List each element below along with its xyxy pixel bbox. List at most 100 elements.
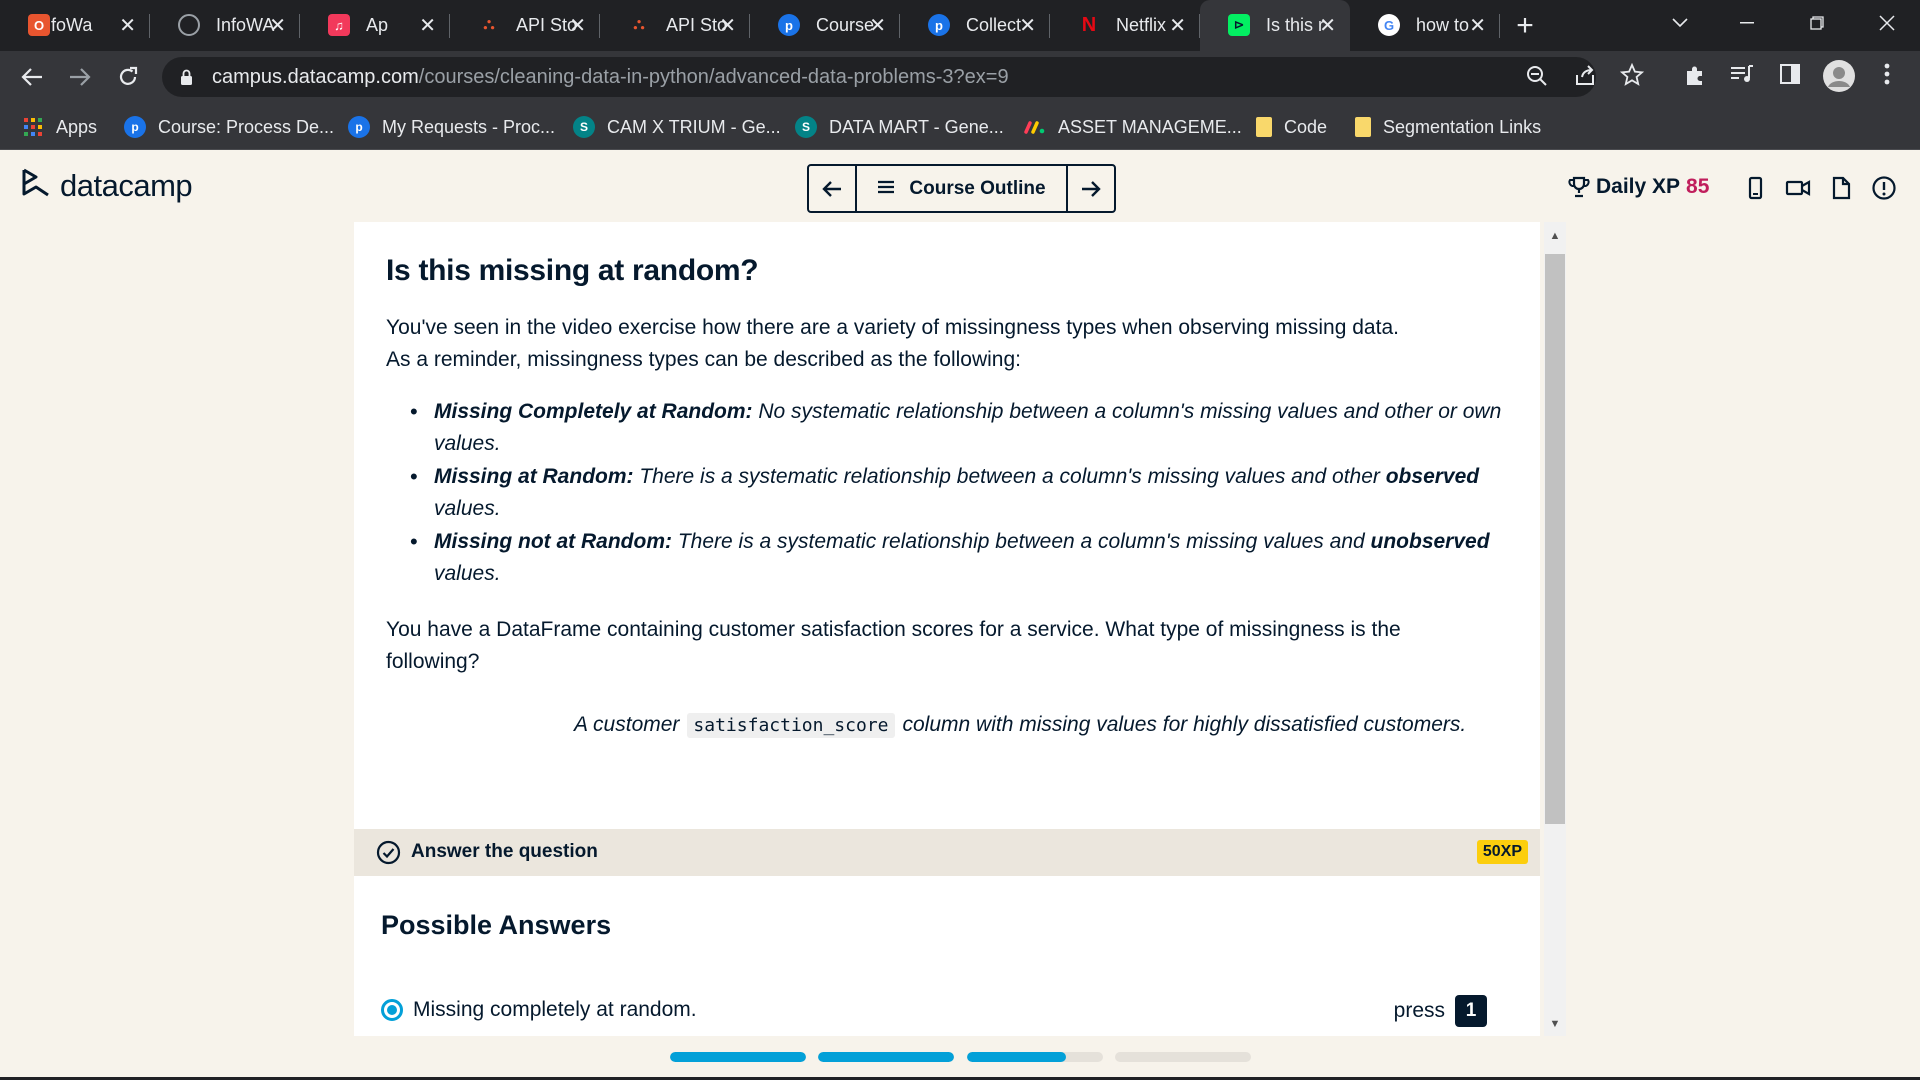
pluralsight-p-icon: p <box>778 14 800 36</box>
tab-search-chevron-icon[interactable] <box>1645 0 1715 45</box>
kebab-menu-icon[interactable] <box>1872 63 1902 91</box>
previous-exercise-button[interactable] <box>809 166 855 211</box>
intro-paragraph: You've seen in the video exercise how th… <box>386 312 1516 376</box>
tab-close-icon[interactable]: ✕ <box>569 13 586 38</box>
bookmark-item[interactable]: ASSET MANAGEME... <box>1024 114 1242 140</box>
bookmark-star-icon[interactable] <box>1617 62 1647 93</box>
press-label: press <box>1393 999 1445 1022</box>
xp-badge: 50XP <box>1476 840 1528 864</box>
zoom-icon[interactable] <box>1522 65 1552 93</box>
bookmark-item[interactable]: Apps <box>22 114 97 140</box>
back-arrow-icon[interactable] <box>14 59 50 95</box>
mobile-icon[interactable] <box>1742 175 1768 201</box>
scrollbar-thumb[interactable] <box>1545 254 1565 824</box>
profile-avatar[interactable] <box>1822 59 1855 99</box>
tab-close-icon[interactable]: ✕ <box>1019 13 1036 38</box>
scenario-post: column with missing values for highly di… <box>902 713 1467 736</box>
daily-xp-value: 85 <box>1686 175 1710 198</box>
browser-tab[interactable]: p Course ✕ <box>750 0 900 51</box>
definition-term: Missing Completely at Random: <box>434 400 753 423</box>
datacamp-logo[interactable]: datacamp <box>20 168 193 204</box>
course-outline-label: Course Outline <box>909 177 1046 199</box>
possible-answers-title: Possible Answers <box>381 910 612 940</box>
folder-icon <box>1256 117 1272 137</box>
bookmark-item[interactable]: p Course: Process De... <box>124 114 334 140</box>
answer-option-1[interactable]: Missing completely at random. press 1 <box>381 992 1511 1028</box>
question-line-1: You have a DataFrame containing customer… <box>386 618 1401 641</box>
daily-xp[interactable]: Daily XP 85 <box>1568 175 1709 199</box>
browser-tab[interactable]: p Collect ✕ <box>900 0 1050 51</box>
minimize-button[interactable] <box>1712 0 1782 45</box>
bookmark-label: DATA MART - Gene... <box>829 116 1004 137</box>
tab-list: O InfoWa ✕ InfoWA ✕ ♫ Ap ✕ ⛬ API Sto ✕ ⛬ API Sto ✕ p Co… <box>0 0 1500 51</box>
daily-xp-label: Daily XP <box>1596 175 1681 198</box>
intro-line-2: As a reminder, missingness types can be … <box>386 348 1021 371</box>
video-icon[interactable] <box>1785 175 1811 201</box>
side-panel-icon[interactable] <box>1775 63 1805 91</box>
datacamp-header: datacamp Course Outline Daily XP 85 <box>0 150 1920 222</box>
report-issue-icon[interactable] <box>1871 175 1897 201</box>
bookmark-item[interactable]: S CAM X TRIUM - Ge... <box>573 114 781 140</box>
tab-close-icon[interactable]: ✕ <box>1319 13 1336 38</box>
intro-line-1: You've seen in the video exercise how th… <box>386 316 1399 339</box>
tab-close-icon[interactable]: ✕ <box>1169 13 1186 38</box>
course-outline-button[interactable]: Course Outline <box>855 166 1068 211</box>
tab-close-icon[interactable]: ✕ <box>119 13 136 38</box>
bookmark-item[interactable]: p My Requests - Proc... <box>348 114 555 140</box>
reload-icon[interactable] <box>110 59 146 95</box>
tab-close-icon[interactable]: ✕ <box>719 13 736 38</box>
tab-close-icon[interactable]: ✕ <box>1469 13 1486 38</box>
forward-arrow-icon[interactable] <box>62 59 98 95</box>
bookmark-item[interactable]: Code <box>1256 114 1327 140</box>
browser-tab[interactable]: ⊳ Is this r ✕ <box>1200 0 1350 51</box>
datacamp-logo-icon <box>22 168 49 197</box>
browser-tab[interactable]: ♫ Ap ✕ <box>300 0 450 51</box>
media-queue-icon[interactable] <box>1727 63 1757 91</box>
next-exercise-button[interactable] <box>1068 166 1114 211</box>
browser-tab[interactable]: ⛬ API Sto ✕ <box>600 0 750 51</box>
tab-close-icon[interactable]: ✕ <box>419 13 436 38</box>
api-store-icon: ⛬ <box>633 16 645 33</box>
definition-emphasis: observed <box>1385 465 1480 488</box>
browser-tab[interactable]: O InfoWa ✕ <box>0 0 150 51</box>
scenario-text: A customer satisfaction_score column with … <box>386 708 1506 742</box>
bookmark-item[interactable]: Segmentation Links <box>1355 114 1541 140</box>
url-path: /courses/cleaning-data-in-python/advance… <box>418 66 1009 88</box>
browser-toolbar: campus.datacamp.com/courses/cleaning-dat… <box>0 51 1920 102</box>
exercise-title: Is this missing at random? <box>386 254 759 287</box>
slides-document-icon[interactable] <box>1828 175 1854 201</box>
bookmark-item[interactable]: S DATA MART - Gene... <box>795 114 1004 140</box>
missingness-definitions: Missing Completely at Random: No systema… <box>410 396 1510 591</box>
share-icon[interactable] <box>1570 65 1600 93</box>
netflix-icon: N <box>1081 13 1097 36</box>
globe-icon <box>178 14 200 36</box>
bookmark-label: Course: Process De... <box>158 116 335 137</box>
bookmark-label: Segmentation Links <box>1383 116 1542 137</box>
restore-button[interactable] <box>1782 0 1852 45</box>
definition-item: Missing Completely at Random: No systema… <box>410 396 1510 460</box>
scroll-down-arrow-icon[interactable]: ▼ <box>1544 1014 1566 1034</box>
tab-close-icon[interactable]: ✕ <box>269 13 286 38</box>
keyboard-shortcut-hint: press 1 <box>1394 995 1487 1027</box>
close-window-button[interactable] <box>1852 0 1920 45</box>
extensions-puzzle-icon[interactable] <box>1680 63 1710 93</box>
exercise-progress-2 <box>818 1052 954 1062</box>
arrow-right-icon <box>1082 180 1101 197</box>
pluralsight-p-icon: p <box>124 116 146 138</box>
panel-scrollbar[interactable]: ▲ ▼ <box>1544 222 1566 1036</box>
apps-grid-icon <box>22 116 44 138</box>
bookmark-label: ASSET MANAGEME... <box>1058 116 1242 137</box>
exercise-panel: Is this missing at random? You've seen i… <box>354 222 1540 1036</box>
bookmark-label: My Requests - Proc... <box>382 116 556 137</box>
scroll-up-arrow-icon[interactable]: ▲ <box>1544 226 1566 246</box>
infowave-icon: O <box>28 14 50 36</box>
new-tab-button[interactable]: + <box>1500 0 1550 51</box>
browser-tab[interactable]: Ghow to ✕ <box>1350 0 1500 51</box>
browser-tab[interactable]: InfoWA ✕ <box>150 0 300 51</box>
address-bar[interactable]: campus.datacamp.com/courses/cleaning-dat… <box>162 57 1645 97</box>
browser-tab[interactable]: N Netflix ✕ <box>1050 0 1200 51</box>
browser-tab[interactable]: ⛬ API Sto ✕ <box>450 0 600 51</box>
definition-term: Missing not at Random: <box>434 530 672 553</box>
radio-button-selected[interactable] <box>381 999 403 1021</box>
tab-close-icon[interactable]: ✕ <box>869 13 886 38</box>
